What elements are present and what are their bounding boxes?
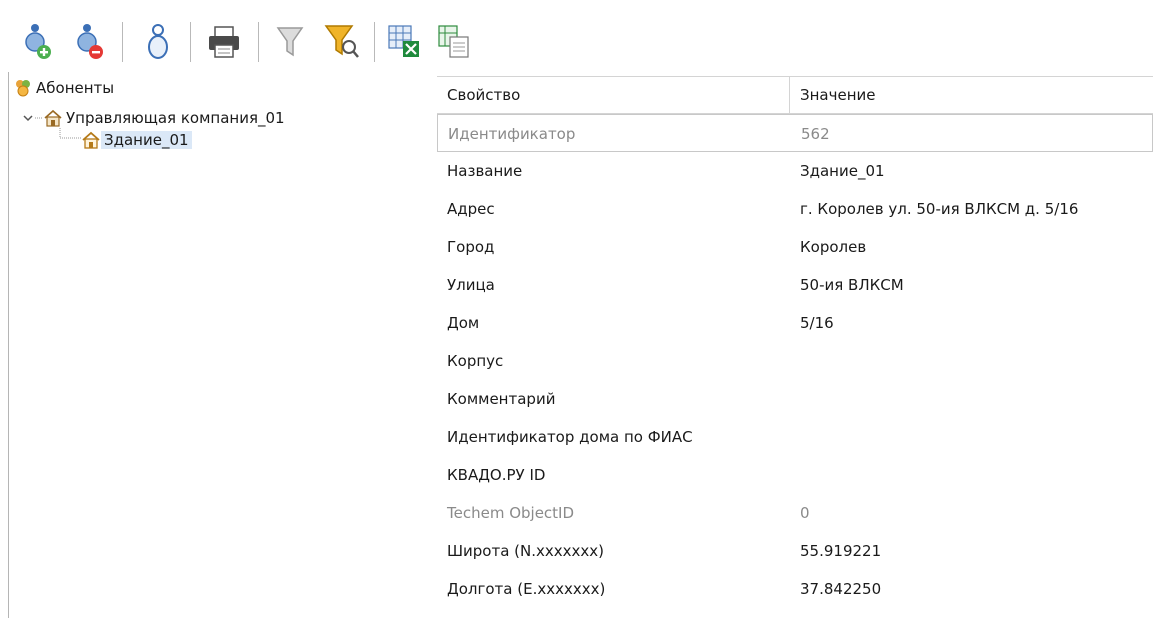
tree-node-building[interactable]: Здание_01: [81, 128, 192, 152]
filter-button[interactable]: [272, 20, 308, 64]
house-icon: [82, 131, 100, 149]
grid-header: Свойство Значение: [437, 76, 1153, 114]
property-value-cell[interactable]: [790, 380, 1153, 418]
property-name-cell: Широта (N.xxxxxxx): [447, 542, 605, 560]
property-name-cell: Адрес: [447, 200, 495, 218]
table-row[interactable]: Долгота (E.xxxxxxx) 37.842250: [437, 570, 1153, 608]
property-value-cell[interactable]: 37.842250: [790, 570, 1153, 608]
table-row[interactable]: Дом 5/16: [437, 304, 1153, 342]
header-property[interactable]: Свойство: [437, 77, 789, 113]
table-row[interactable]: Комментарий: [437, 380, 1153, 418]
property-name-cell: Корпус: [447, 352, 504, 370]
subscriber-properties-button[interactable]: [140, 20, 176, 64]
table-row[interactable]: Широта (N.xxxxxxx) 55.919221: [437, 532, 1153, 570]
property-value-cell[interactable]: [790, 456, 1153, 494]
tree-node-label: Управляющая компания_01: [66, 109, 285, 127]
table-row[interactable]: КВАДО.РУ ID: [437, 456, 1153, 494]
printer-icon: [209, 26, 239, 58]
export-excel-button[interactable]: [386, 20, 422, 64]
property-value-cell[interactable]: г. Королев ул. 50-ия ВЛКСМ д. 5/16: [790, 190, 1153, 228]
toolbar-separator: [190, 22, 191, 62]
property-name-cell: Улица: [447, 276, 495, 294]
property-name-cell: Комментарий: [447, 390, 556, 408]
toolbar-separator: [258, 22, 259, 62]
table-row[interactable]: Адрес г. Королев ул. 50-ия ВЛКСМ д. 5/16: [437, 190, 1153, 228]
export-document-button[interactable]: [436, 20, 472, 64]
excel-export-icon: [388, 25, 419, 57]
filter-search-button[interactable]: [324, 20, 360, 64]
property-value-cell[interactable]: Здание_01: [790, 152, 1153, 190]
property-value-cell[interactable]: 562: [791, 115, 1153, 153]
property-value-cell[interactable]: 5/16: [790, 304, 1153, 342]
person-remove-icon: [77, 24, 103, 59]
property-name-cell: Techem ObjectID: [447, 504, 575, 522]
header-value[interactable]: Значение: [790, 77, 1153, 113]
property-value-cell[interactable]: Королев: [790, 228, 1153, 266]
toolbar-separator: [374, 22, 375, 62]
property-grid: Свойство Значение Идентификатор 562 Назван…: [437, 72, 1153, 618]
tree-node-label: Здание_01: [101, 131, 192, 149]
tree-node-subscribers[interactable]: Абоненты: [13, 76, 117, 100]
table-row[interactable]: Идентификатор дома по ФИАС: [437, 418, 1153, 456]
person-add-icon: [25, 24, 51, 59]
property-name-cell: Долгота (E.xxxxxxx): [447, 580, 606, 598]
table-row[interactable]: Корпус: [437, 342, 1153, 380]
tree-connector-icon: [59, 128, 81, 139]
funnel-icon: [276, 27, 304, 57]
tree-connector-icon: [35, 117, 43, 119]
property-value-cell[interactable]: [790, 418, 1153, 456]
toolbar: [0, 0, 1153, 70]
person-outline-icon: [148, 24, 168, 59]
document-export-icon: [438, 25, 469, 58]
table-row[interactable]: Город Королев: [437, 228, 1153, 266]
property-name-cell: Идентификатор: [448, 125, 576, 143]
property-name-cell: Название: [447, 162, 523, 180]
tree-node-label: Абоненты: [36, 79, 115, 97]
property-name-cell: Идентификатор дома по ФИАС: [447, 428, 693, 446]
print-button[interactable]: [206, 20, 242, 64]
property-value-cell[interactable]: 0: [790, 494, 1153, 532]
add-subscriber-button[interactable]: [20, 20, 56, 64]
property-name-cell: Город: [447, 238, 495, 256]
tree-node-company[interactable]: Управляющая компания_01: [21, 106, 288, 130]
property-value-cell[interactable]: 50-ия ВЛКСМ: [790, 266, 1153, 304]
table-row[interactable]: Techem ObjectID 0: [437, 494, 1153, 532]
funnel-search-icon: [324, 25, 359, 58]
table-row[interactable]: Улица 50-ия ВЛКСМ: [437, 266, 1153, 304]
property-name-cell: Дом: [447, 314, 480, 332]
table-row[interactable]: Идентификатор 562: [437, 114, 1153, 152]
property-value-cell[interactable]: [790, 342, 1153, 380]
property-value-cell[interactable]: 55.919221: [790, 532, 1153, 570]
toolbar-separator: [122, 22, 123, 62]
subscriber-tree: Абоненты Управляющая компания_01 Здание_…: [8, 72, 437, 618]
company-house-icon: [44, 109, 62, 127]
table-row[interactable]: Название Здание_01: [437, 152, 1153, 190]
chevron-down-icon[interactable]: [21, 111, 35, 125]
property-name-cell: КВАДО.РУ ID: [447, 466, 546, 484]
remove-subscriber-button[interactable]: [72, 20, 108, 64]
subscribers-icon: [16, 80, 30, 97]
